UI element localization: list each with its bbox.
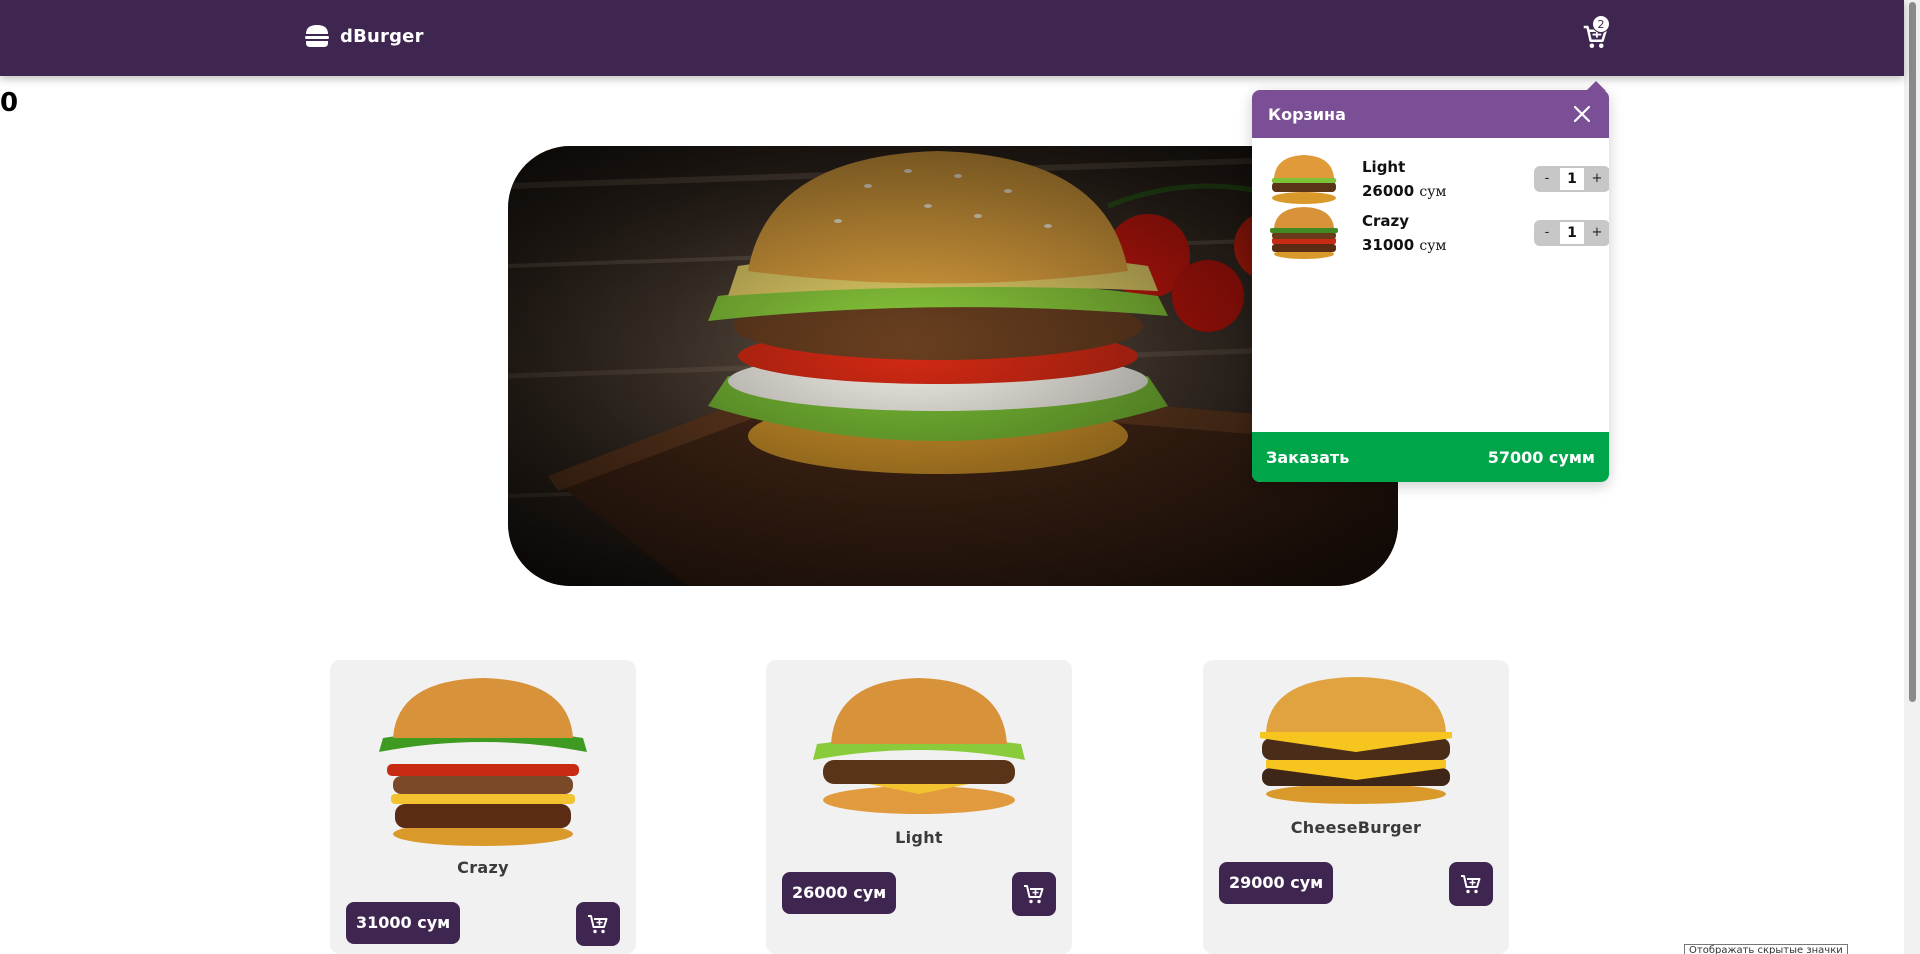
cart-item-price: 31000 сум [1362, 236, 1447, 254]
product-name: CheeseBurger [1290, 818, 1422, 837]
add-to-cart-icon [1024, 885, 1044, 904]
counter-text: 0 [0, 88, 19, 118]
product-card: Light 26000 сум [766, 660, 1072, 954]
product-price: 29000 сум [1219, 862, 1334, 904]
product-name: Light [895, 828, 943, 847]
cart-header: Корзина [1252, 90, 1609, 138]
cart-item-price: 26000 сум [1362, 182, 1447, 200]
product-image [379, 678, 587, 846]
add-to-cart-icon [588, 915, 608, 934]
logo[interactable]: dBurger [304, 24, 424, 48]
cart-total: 57000 сумм [1487, 447, 1595, 467]
add-to-cart-button[interactable] [1449, 862, 1493, 906]
add-to-cart-button[interactable] [1012, 872, 1056, 916]
cart-item-name: Light [1362, 158, 1406, 176]
top-header: dBurger 2 [0, 0, 1904, 76]
quantity-stepper: - 1 + [1534, 220, 1609, 246]
cart-item: Crazy 31000 сум - 1 + [1268, 206, 1609, 260]
quantity-value: 1 [1560, 222, 1584, 244]
close-icon[interactable] [1571, 103, 1593, 125]
tooltip: Отображать скрытые значки [1684, 944, 1848, 954]
cart-item: Light 26000 сум - 1 + [1268, 152, 1609, 206]
decrease-button[interactable]: - [1534, 166, 1560, 192]
product-name: Crazy [457, 858, 509, 877]
cart-item-image [1272, 155, 1336, 204]
cart-count-badge: 2 [1592, 15, 1610, 33]
product-price: 26000 сум [782, 872, 897, 914]
page: dBurger 2 0 Корзина Light 26000 сум - 1 … [0, 0, 1920, 954]
product-image [1260, 677, 1452, 804]
quantity-stepper: - 1 + [1534, 166, 1609, 192]
cart-popover-arrow [1586, 81, 1606, 91]
product-price: 31000 сум [346, 902, 461, 944]
order-label: Заказать [1266, 447, 1350, 467]
increase-button[interactable]: + [1584, 166, 1609, 192]
cart-item-name: Crazy [1362, 212, 1410, 230]
cart-panel: Корзина Light 26000 сум - 1 + Crazy 3100… [1252, 90, 1609, 482]
cart-title: Корзина [1268, 104, 1346, 124]
quantity-value: 1 [1560, 168, 1584, 190]
order-button[interactable]: Заказать 57000 сумм [1252, 432, 1609, 482]
burger-logo-icon [305, 25, 329, 47]
increase-button[interactable]: + [1584, 220, 1609, 246]
product-card: Crazy 31000 сум [330, 660, 636, 954]
add-to-cart-button[interactable] [576, 902, 620, 946]
add-to-cart-icon [1461, 875, 1481, 894]
product-image [813, 678, 1025, 814]
decrease-button[interactable]: - [1534, 220, 1560, 246]
logo-text: dBurger [340, 25, 424, 47]
cart-item-image [1270, 207, 1338, 259]
product-card: CheeseBurger 29000 сум [1203, 660, 1509, 954]
scrollbar-thumb[interactable] [1909, 2, 1916, 702]
